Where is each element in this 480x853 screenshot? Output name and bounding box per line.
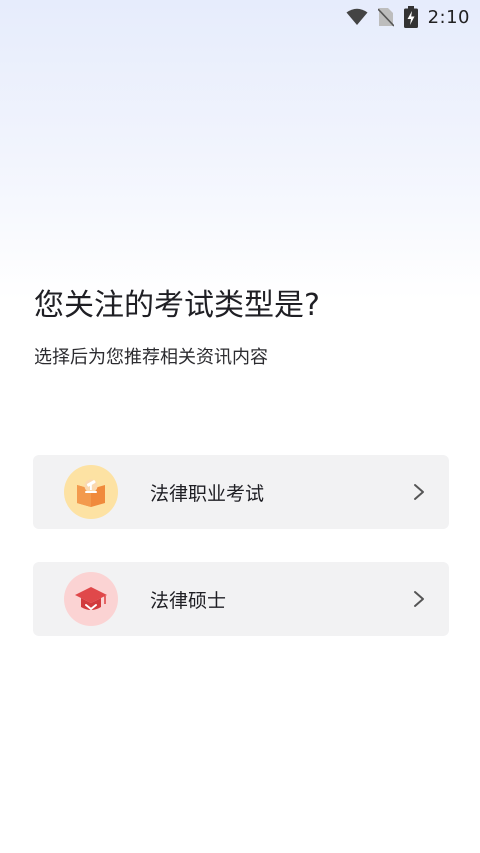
battery-charging-icon — [403, 6, 418, 28]
exam-type-screen: 2:10 您关注的考试类型是? 选择后为您推荐相关资讯内容 法律职业考试 法律硕… — [0, 0, 480, 853]
option-legal-professional-exam[interactable]: 法律职业考试 — [33, 455, 449, 529]
gavel-book-icon — [64, 465, 118, 519]
chevron-right-icon — [409, 589, 429, 609]
chevron-right-icon — [409, 482, 429, 502]
option-label: 法律职业考试 — [150, 482, 265, 505]
option-label: 法律硕士 — [150, 589, 227, 612]
wifi-icon — [346, 8, 368, 26]
page-subtitle: 选择后为您推荐相关资讯内容 — [34, 347, 268, 368]
status-bar: 2:10 — [0, 0, 480, 34]
graduation-cap-icon — [64, 572, 118, 626]
page-title: 您关注的考试类型是? — [34, 288, 320, 323]
status-time: 2:10 — [427, 6, 470, 28]
no-sim-icon — [377, 7, 394, 27]
option-law-master[interactable]: 法律硕士 — [33, 562, 449, 636]
